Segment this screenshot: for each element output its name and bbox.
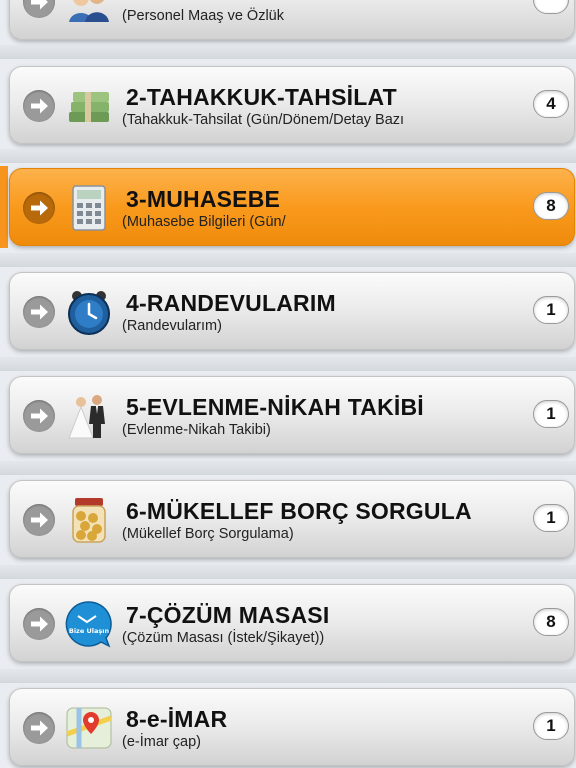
- money-stack-icon: [65, 82, 113, 130]
- row-separator: [0, 357, 576, 371]
- arrow-right-icon: [23, 296, 55, 328]
- count-badge: 1: [533, 296, 569, 324]
- count-badge: [533, 0, 569, 14]
- menu-item-title: 7-ÇÖZÜM MASASI: [126, 602, 330, 628]
- count-badge: 4: [533, 90, 569, 118]
- menu-item-mukellef-borc[interactable]: 6-MÜKELLEF BORÇ SORGULA (Mükellef Borç S…: [9, 480, 575, 558]
- menu-item-muhasebe[interactable]: 3-MUHASEBE (Muhasebe Bilgileri (Gün/ 8: [9, 168, 575, 246]
- menu-item-title: 6-MÜKELLEF BORÇ SORGULA: [126, 498, 472, 524]
- menu-item-subtitle: (Tahakkuk-Tahsilat (Gün/Dönem/Detay Bazı: [122, 112, 405, 128]
- menu-item-e-imar[interactable]: 8-e-İMAR (e-İmar çap) 1: [9, 688, 575, 766]
- count-badge: 8: [533, 608, 569, 636]
- menu-item-title: 4-RANDEVULARIM: [126, 290, 336, 316]
- menu-item-title: 3-MUHASEBE: [126, 186, 281, 212]
- menu-item-tahakkuk-tahsilat[interactable]: 2-TAHAKKUK-TAHSİLAT (Tahakkuk-Tahsilat (…: [9, 66, 575, 144]
- count-badge: 8: [533, 192, 569, 220]
- arrow-right-icon: [23, 712, 55, 744]
- menu-item-subtitle: (Personel Maaş ve Özlük: [122, 8, 284, 24]
- contact-us-icon: Bize Ulaşın: [65, 600, 113, 648]
- arrow-right-icon: [23, 400, 55, 432]
- alarm-clock-icon: [65, 288, 113, 336]
- count-badge: 1: [533, 504, 569, 532]
- coin-jar-icon: [65, 496, 113, 544]
- menu-item-subtitle: (Mükellef Borç Sorgulama): [122, 526, 294, 542]
- menu-item-title: 8-e-İMAR: [126, 706, 228, 732]
- people-icon: [65, 0, 113, 26]
- menu-item-subtitle: (e-İmar çap): [122, 734, 201, 750]
- arrow-right-icon: [23, 90, 55, 122]
- menu-item-randevularim[interactable]: 4-RANDEVULARIM (Randevularım) 1: [9, 272, 575, 350]
- calculator-icon: [65, 184, 113, 232]
- menu-item-subtitle: (Randevularım): [122, 318, 222, 334]
- count-badge: 1: [533, 712, 569, 740]
- arrow-right-icon: [23, 0, 55, 18]
- active-indicator: [0, 166, 8, 248]
- map-pin-icon: [65, 704, 113, 752]
- row-separator: [0, 253, 576, 267]
- row-separator: [0, 669, 576, 683]
- menu-item-title: 5-EVLENME-NİKAH TAKİBİ: [126, 394, 424, 420]
- wedding-couple-icon: [65, 392, 113, 440]
- arrow-right-icon: [23, 504, 55, 536]
- arrow-right-icon: [23, 608, 55, 640]
- menu-item-cozum-masasi[interactable]: Bize Ulaşın 7-ÇÖZÜM MASASI (Çözüm Masası…: [9, 584, 575, 662]
- row-separator: [0, 45, 576, 59]
- arrow-right-icon: [23, 192, 55, 224]
- contact-us-icon-label: Bize Ulaşın: [69, 627, 110, 635]
- row-separator: [0, 565, 576, 579]
- menu-item-subtitle: (Çözüm Masası (İstek/Şikayet)): [122, 630, 325, 646]
- row-separator: [0, 149, 576, 163]
- count-badge: 1: [533, 400, 569, 428]
- row-separator: [0, 461, 576, 475]
- menu-item-evlenme-nikah[interactable]: 5-EVLENME-NİKAH TAKİBİ (Evlenme-Nikah Ta…: [9, 376, 575, 454]
- menu-item-title: 2-TAHAKKUK-TAHSİLAT: [126, 84, 397, 110]
- menu-item-personel[interactable]: (Personel Maaş ve Özlük: [9, 0, 575, 40]
- menu-item-subtitle: (Evlenme-Nikah Takibi): [122, 422, 271, 438]
- menu-item-subtitle: (Muhasebe Bilgileri (Gün/: [122, 214, 286, 230]
